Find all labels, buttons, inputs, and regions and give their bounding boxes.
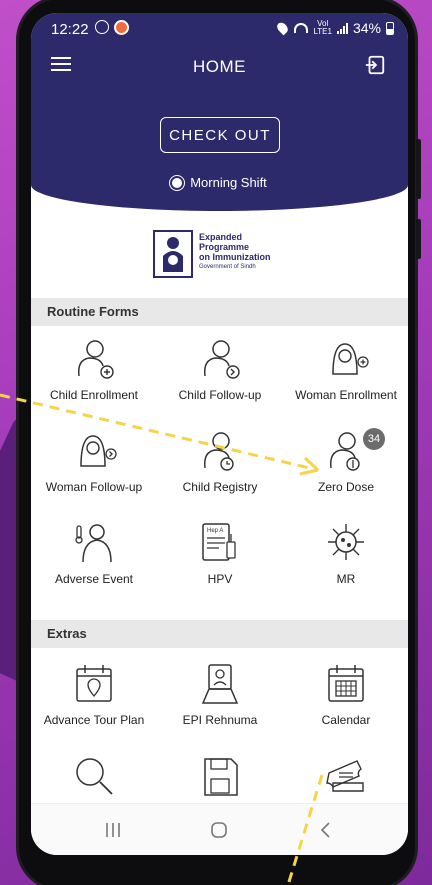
svg-text:Hep A: Hep A [207, 528, 223, 534]
item-label: Woman Enrollment [295, 388, 397, 402]
status-bar: 12:22 Vol LTE1 34% [31, 13, 408, 45]
logo-line-3: on Immunization [199, 252, 271, 262]
zero-dose-badge: 34 [363, 428, 385, 450]
location-icon [275, 20, 291, 36]
item-label: Adverse Event [54, 572, 134, 586]
section-routine-forms: Routine Forms [31, 298, 408, 326]
item-label: Calendar [321, 713, 371, 727]
child-clock-icon [203, 432, 234, 471]
item-label: Woman Follow-up [45, 480, 143, 494]
calendar-item[interactable]: Calendar [283, 661, 408, 727]
search-item[interactable] [31, 753, 157, 805]
shift-label: Morning Shift [31, 175, 408, 190]
section-extras: Extras [31, 620, 408, 648]
app-notification-icon [114, 20, 129, 35]
child-plus-icon [77, 340, 114, 379]
check-circle-icon [95, 20, 109, 34]
item-label: EPI Rehnuma [182, 713, 258, 727]
woman-enrollment-item[interactable]: Woman Enrollment [283, 336, 408, 402]
advance-tour-plan-item[interactable]: Advance Tour Plan [31, 661, 157, 727]
zero-dose-item[interactable]: 34 Zero Dose [283, 428, 408, 494]
epi-logo-mark [153, 230, 193, 278]
battery-icon [386, 21, 394, 35]
page-title: HOME [193, 57, 246, 76]
system-nav-bar [31, 803, 408, 855]
sun-icon [172, 178, 183, 188]
save-icon [204, 758, 238, 796]
shift-text: Morning Shift [190, 175, 267, 190]
logout-icon[interactable] [364, 54, 386, 76]
header: 12:22 Vol LTE1 34% HOME CHECK OUT Mornin… [31, 13, 408, 211]
logo-line-4: Government of Sindh [199, 264, 256, 270]
home-nav-icon[interactable] [199, 819, 239, 841]
ticket-item[interactable] [283, 753, 408, 805]
child-enrollment-item[interactable]: Child Enrollment [31, 336, 157, 402]
app-screen: 12:22 Vol LTE1 34% HOME CHECK OUT Mornin… [31, 13, 408, 855]
save-item[interactable] [157, 753, 283, 805]
battery-text: 34% [352, 20, 381, 36]
guide-icon [201, 664, 239, 704]
search-icon [76, 758, 113, 795]
epi-rehnuma-item[interactable]: EPI Rehnuma [157, 661, 283, 727]
status-right: Vol LTE1 34% [275, 19, 394, 36]
mr-item[interactable]: MR [283, 520, 408, 586]
check-out-button[interactable]: CHECK OUT [160, 117, 280, 153]
volume-button [416, 139, 421, 199]
back-nav-icon[interactable] [306, 819, 346, 841]
phone-frame: 12:22 Vol LTE1 34% HOME CHECK OUT Mornin… [16, 0, 421, 885]
status-notification-icons [95, 20, 129, 35]
calendar-pin-icon [76, 665, 112, 702]
item-label: Child Enrollment [49, 388, 139, 402]
ticket-icon [326, 760, 364, 792]
item-label: Advance Tour Plan [43, 713, 145, 727]
item-label: HPV [207, 572, 233, 586]
child-follow-up-item[interactable]: Child Follow-up [157, 336, 283, 402]
adverse-event-item[interactable]: Adverse Event [31, 520, 157, 586]
logo-line-2: Programme [199, 242, 250, 252]
recent-apps-icon[interactable] [93, 819, 133, 841]
woman-arrow-icon [80, 435, 117, 467]
zero-dose-icon [329, 432, 360, 471]
adverse-event-icon [75, 524, 112, 563]
wifi-icon [294, 23, 309, 33]
status-time: 12:22 [51, 21, 89, 38]
woman-plus-icon [332, 343, 369, 375]
item-label: Zero Dose [317, 480, 375, 494]
item-label: Child Follow-up [178, 388, 262, 402]
epi-logo-text: Expanded Programme on Immunization Gover… [199, 232, 271, 272]
virus-icon [328, 524, 364, 560]
child-arrow-icon [203, 340, 240, 379]
woman-follow-up-item[interactable]: Woman Follow-up [31, 428, 157, 494]
signal-icon [336, 22, 348, 34]
hpv-vaccine-icon: Hep A [202, 523, 236, 561]
epi-logo: Expanded Programme on Immunization Gover… [153, 230, 293, 280]
power-button [416, 219, 421, 259]
child-registry-item[interactable]: Child Registry [157, 428, 283, 494]
calendar-icon [328, 665, 364, 702]
item-label: MR [336, 572, 356, 586]
hpv-item[interactable]: Hep A HPV [157, 520, 283, 586]
item-label: Child Registry [182, 480, 258, 494]
logo-line-1: Expanded [199, 232, 243, 242]
volte-icon: Vol LTE1 [313, 19, 332, 36]
